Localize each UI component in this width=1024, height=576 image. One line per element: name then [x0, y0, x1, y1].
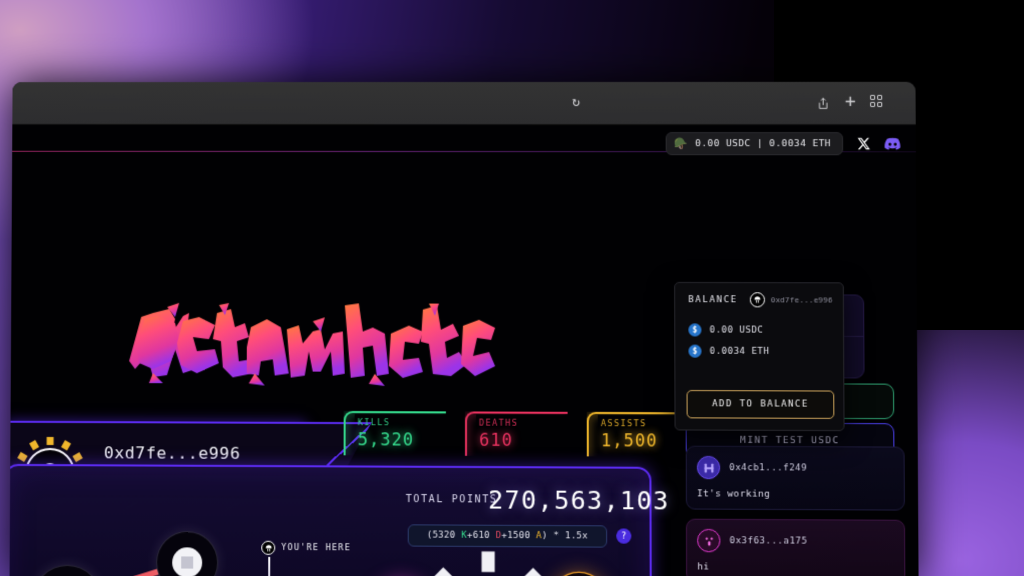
balance-amount: 0.00 USDC — [709, 324, 764, 336]
chat-message: 0x3f63...a175 hi — [685, 518, 906, 576]
balance-pill-text: 0.00 USDC | 0.0034 ETH — [695, 138, 831, 150]
reload-icon[interactable]: ↻ — [572, 95, 580, 110]
avatar — [697, 528, 721, 553]
deathmatch-logo — [123, 303, 498, 387]
level-node-1[interactable] — [157, 532, 217, 576]
total-points-label: TOTAL POINTS — [405, 493, 498, 506]
youre-here-label: YOU'RE HERE — [281, 542, 351, 554]
browser-window: ↻ + 🪖 0.00 USDC | 0.0034 ETH 0xd7fe...e9… — [9, 81, 919, 576]
stat-kills: KILLS 5,320 — [344, 411, 446, 456]
node-core — [172, 547, 203, 576]
wallet-address: 0xd7fe...e996 — [103, 443, 241, 463]
chat-text: hi — [697, 561, 710, 573]
avatar — [696, 455, 721, 480]
balance-pill-button[interactable]: 🪖 0.00 USDC | 0.0034 ETH — [665, 132, 844, 156]
chat-author: 0x3f63...a175 — [729, 535, 808, 547]
balance-amount: 0.0034 ETH — [709, 346, 770, 357]
stat-label: DEATHS — [479, 418, 519, 429]
chat-text: It's working — [696, 488, 771, 500]
balance-dropdown-account[interactable]: 0xd7fe...e996 — [749, 292, 833, 308]
usdc-token-icon: $ — [688, 323, 702, 337]
share-icon[interactable] — [817, 96, 830, 114]
stat-value: 610 — [479, 430, 514, 452]
treasure-chest-icon: 🪖 — [674, 137, 689, 151]
total-points-value: 270,563,103 — [488, 485, 670, 516]
tab-overview-icon[interactable] — [870, 94, 883, 107]
app-header-right: 🪖 0.00 USDC | 0.0034 ETH — [665, 132, 901, 156]
balance-row-usdc: $ 0.00 USDC — [688, 323, 764, 337]
robot-avatar-icon — [705, 537, 713, 546]
stats-row: KILLS 5,320 DEATHS 610 ASSISTS 1,500 — [344, 411, 690, 457]
dropdown-account-address: 0xd7fe...e996 — [770, 295, 833, 305]
chat-message-header: 0x4cb1...f249 — [696, 455, 894, 480]
eth-token-icon: $ — [688, 344, 702, 358]
balance-dropdown: BALANCE 0xd7fe...e996 $ 0.00 USDC $ 0.00… — [674, 281, 845, 432]
discord-icon[interactable] — [883, 135, 901, 153]
app-page: 🪖 0.00 USDC | 0.0034 ETH 0xd7fe...e996 K… — [9, 124, 919, 576]
player-marker-icon — [261, 540, 276, 555]
chat-message-list: 0x4cb1...f249 It's working 0x3f63...a175… — [685, 445, 907, 576]
add-to-balance-button[interactable]: ADD TO BALANCE — [686, 390, 835, 419]
stat-deaths: DEATHS 610 — [465, 411, 568, 456]
mushroom-avatar-icon — [749, 292, 765, 308]
stat-label: KILLS — [357, 418, 391, 429]
chat-author: 0x4cb1...f249 — [729, 462, 808, 474]
browser-toolbar: ↻ + — [12, 81, 916, 126]
x-twitter-icon[interactable] — [854, 135, 872, 153]
level-node-0[interactable] — [33, 565, 101, 576]
balance-row-eth: $ 0.0034 ETH — [688, 344, 770, 358]
new-tab-icon[interactable]: + — [845, 91, 856, 112]
balance-dropdown-title: BALANCE — [688, 295, 738, 306]
stat-value: 5,320 — [357, 430, 414, 451]
chat-message-header: 0x3f63...a175 — [697, 528, 894, 553]
youre-here-marker: YOU'RE HERE — [261, 540, 351, 556]
robot-avatar-icon — [704, 463, 713, 473]
chat-message: 0x4cb1...f249 It's working — [685, 445, 905, 511]
youre-here-connector — [268, 556, 270, 576]
